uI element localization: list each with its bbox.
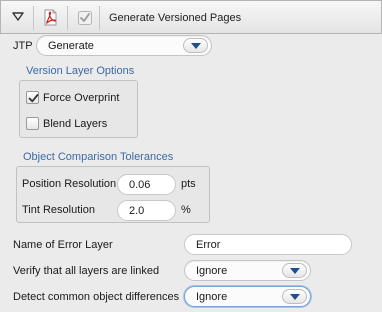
verify-layers-select[interactable]: Ignore (184, 260, 311, 281)
header-divider (67, 6, 68, 30)
force-overprint-label: Force Overprint (43, 91, 120, 104)
position-resolution-label: Position Resolution (22, 178, 117, 190)
detect-differences-dropdown-button[interactable] (282, 289, 307, 304)
tint-resolution-input[interactable]: 2.0 (117, 200, 176, 221)
position-resolution-unit: pts (181, 178, 196, 190)
force-overprint-row[interactable]: Force Overprint (26, 91, 119, 104)
chevron-down-icon (290, 294, 300, 300)
disclosure-triangle-icon[interactable] (12, 12, 24, 24)
tint-resolution-unit: % (181, 204, 191, 216)
section-header: Generate Versioned Pages (0, 0, 382, 34)
checkmark-icon[interactable] (78, 11, 92, 28)
jtp-label: JTP (13, 40, 33, 52)
detect-differences-value: Ignore (196, 291, 228, 303)
blend-layers-label: Blend Layers (43, 117, 108, 130)
verify-layers-value: Ignore (196, 265, 228, 277)
header-title: Generate Versioned Pages (109, 12, 242, 24)
header-divider (33, 6, 34, 30)
blend-layers-checkbox[interactable] (26, 117, 39, 130)
error-layer-value: Error (196, 239, 221, 251)
detect-differences-label: Detect common object differences (13, 291, 180, 303)
version-layer-options-title: Version Layer Options (26, 65, 135, 77)
checkmark-icon (28, 94, 39, 103)
detect-differences-select[interactable]: Ignore (184, 286, 311, 307)
tint-resolution-label: Tint Resolution (22, 204, 95, 216)
chevron-down-icon (290, 268, 300, 274)
jtp-dropdown-button[interactable] (183, 38, 208, 53)
position-resolution-input[interactable]: 0.06 (117, 174, 176, 195)
verify-layers-label: Verify that all layers are linked (13, 265, 160, 277)
force-overprint-checkbox[interactable] (26, 91, 39, 104)
verify-layers-dropdown-button[interactable] (282, 263, 307, 278)
header-divider (99, 6, 100, 30)
tint-resolution-value: 2.0 (129, 205, 145, 217)
tolerances-title: Object Comparison Tolerances (23, 151, 174, 163)
jtp-select[interactable]: Generate (36, 35, 212, 56)
blend-layers-row[interactable]: Blend Layers (26, 117, 107, 130)
pdf-icon[interactable] (42, 9, 58, 29)
chevron-down-icon (191, 43, 201, 49)
error-layer-label: Name of Error Layer (13, 239, 113, 251)
error-layer-input[interactable]: Error (184, 234, 352, 255)
jtp-select-value: Generate (48, 40, 94, 52)
position-resolution-value: 0.06 (129, 179, 151, 191)
